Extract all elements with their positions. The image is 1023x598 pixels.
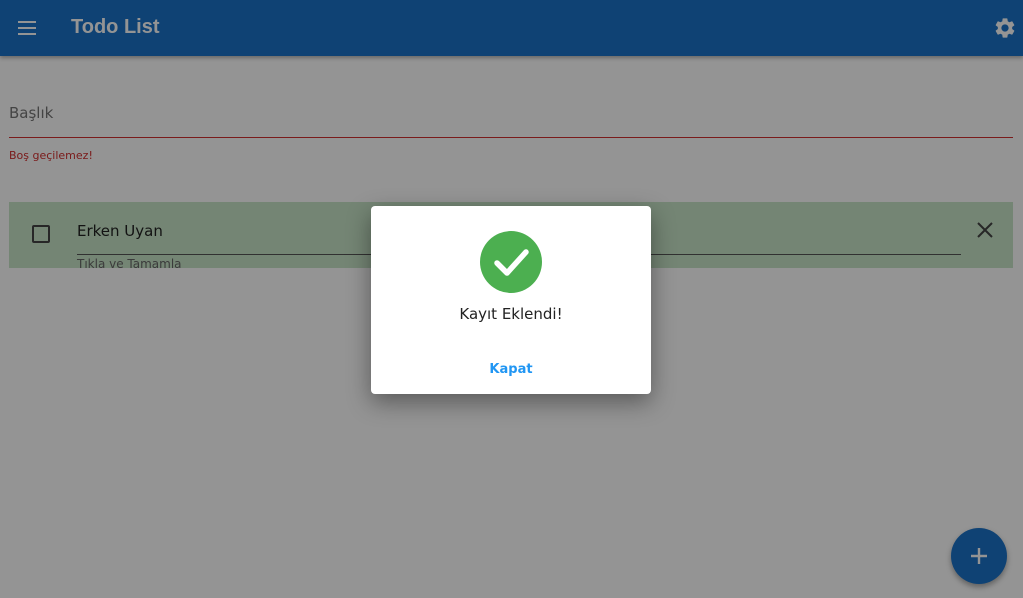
close-dialog-button[interactable]: Kapat	[471, 362, 551, 377]
success-dialog: Kayıt Eklendi! Kapat	[371, 206, 651, 394]
check-icon	[494, 249, 529, 276]
dialog-message: Kayıt Eklendi!	[459, 305, 563, 323]
success-icon-circle	[480, 231, 542, 293]
